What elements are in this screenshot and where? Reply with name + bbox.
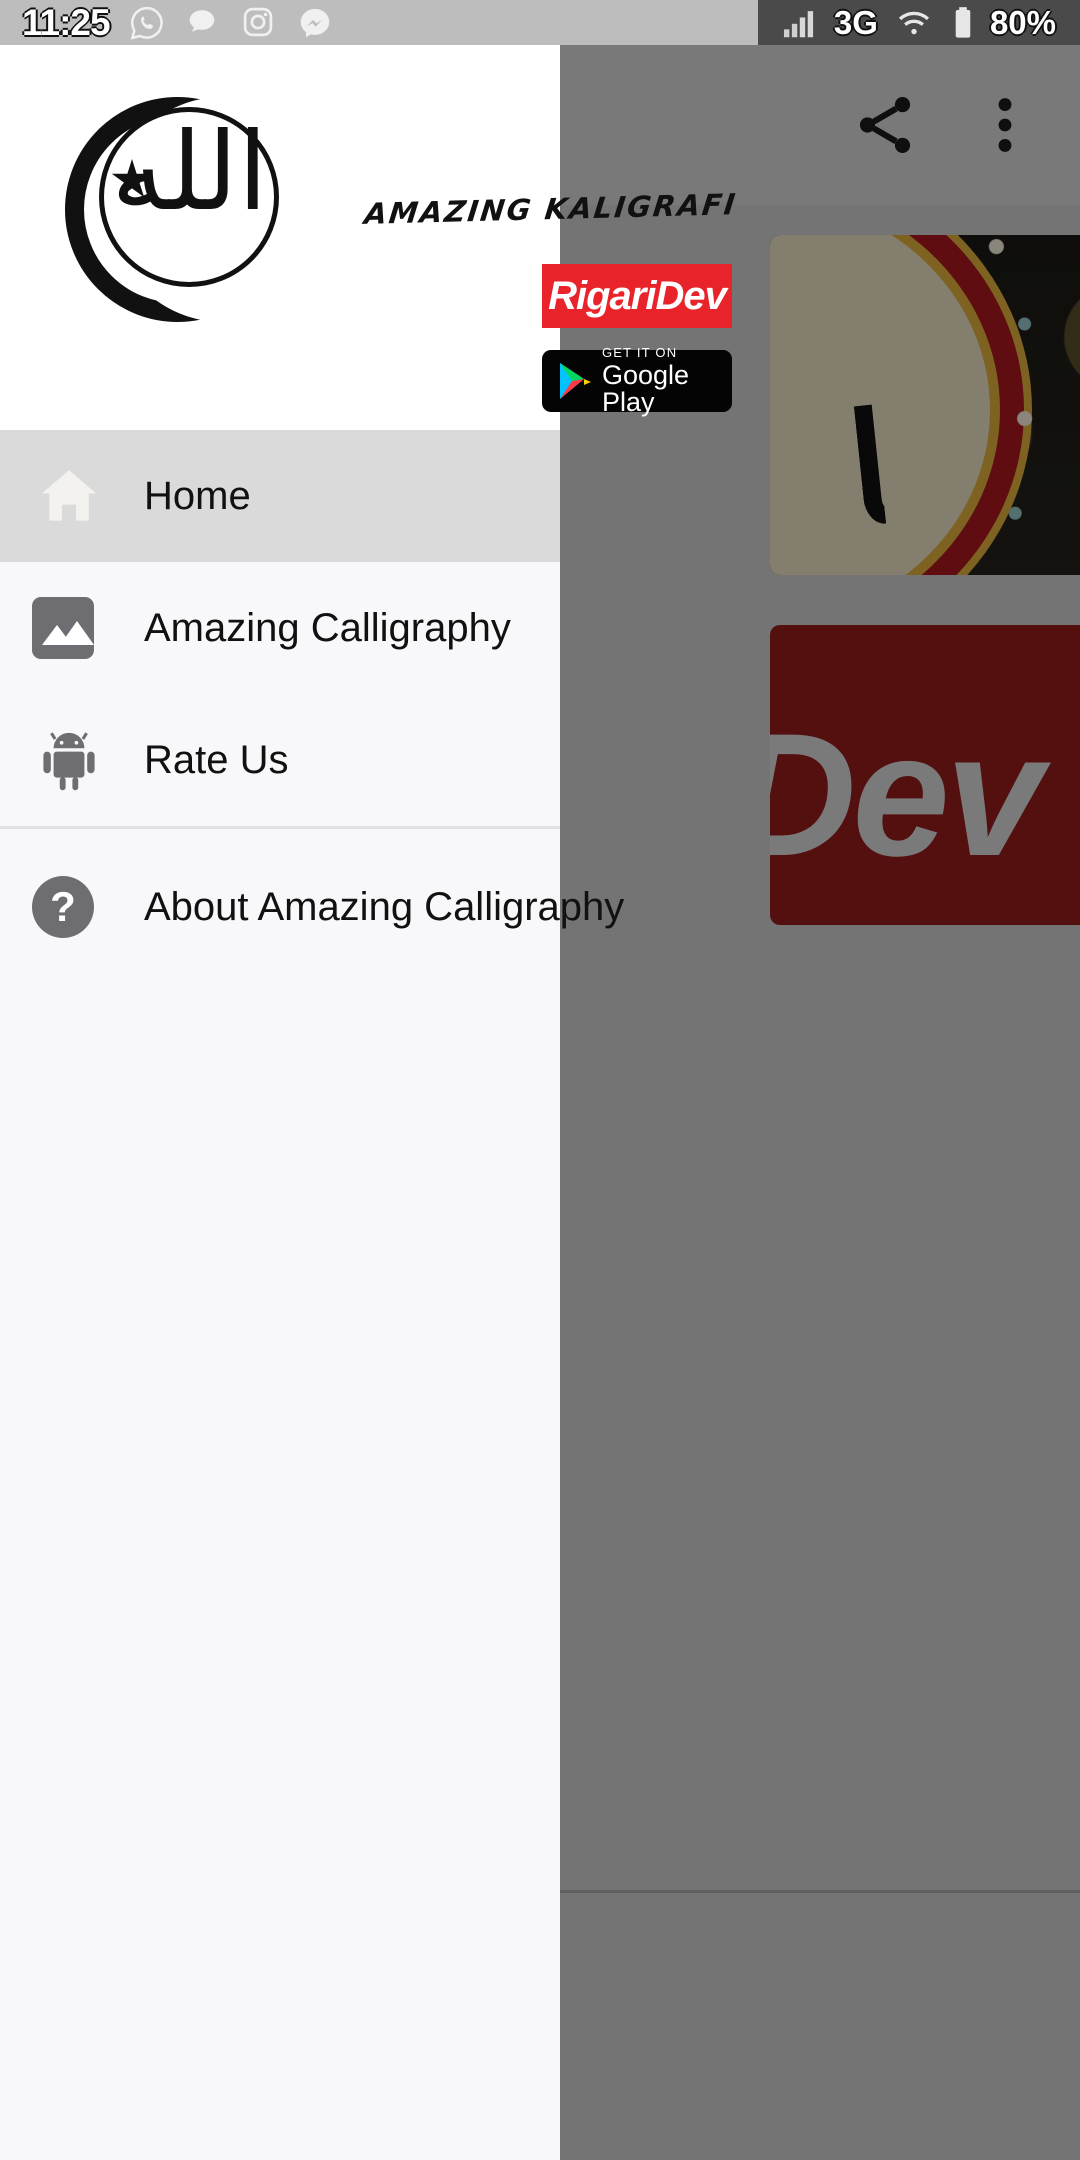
menu-item-rate-us[interactable]: Rate Us (0, 694, 560, 826)
navigation-drawer: الله AMAZING KALIGRAFI RigariDev GET IT … (0, 45, 739, 2160)
menu-item-label: Home (144, 473, 251, 518)
google-play-text: GET IT ON Google Play (602, 346, 732, 416)
developer-badge-label: RigariDev (548, 273, 727, 318)
google-play-badge[interactable]: GET IT ON Google Play (542, 346, 732, 416)
drawer-header: الله AMAZING KALIGRAFI RigariDev GET IT … (0, 45, 739, 430)
help-circle-icon: ? (32, 870, 106, 944)
allah-crescent-logo: الله (65, 97, 290, 322)
google-play-small-label: GET IT ON (602, 345, 678, 360)
instagram-icon (240, 4, 278, 42)
drawer-menu: Home Amazing Calligraphy Rate Us ? About… (0, 430, 624, 985)
signal-icon (778, 4, 820, 42)
whatsapp-icon (128, 4, 166, 42)
android-icon (32, 723, 106, 797)
menu-item-label: Amazing Calligraphy (144, 605, 511, 650)
status-bar: 11:25 3G 80% (0, 0, 1080, 45)
status-bar-left: 11:25 (0, 2, 758, 44)
home-icon (32, 459, 106, 533)
messages-icon (184, 4, 222, 42)
menu-item-about[interactable]: ? About Amazing Calligraphy (0, 829, 624, 985)
wifi-icon (892, 4, 936, 42)
google-play-triangle-icon (558, 361, 592, 401)
app-screen: Dev الله AMAZING KALIGRAFI RigariDev (0, 0, 1080, 2160)
status-bar-right: 3G 80% (757, 0, 1080, 45)
developer-badge[interactable]: RigariDev (542, 264, 732, 328)
status-clock: 11:25 (22, 1, 111, 43)
menu-item-amazing-calligraphy[interactable]: Amazing Calligraphy (0, 562, 560, 694)
network-type-label: 3G (833, 3, 878, 41)
menu-item-label: About Amazing Calligraphy (144, 884, 625, 929)
menu-item-label: Rate Us (144, 737, 289, 782)
image-icon (32, 591, 106, 665)
google-play-big-label: Google Play (602, 360, 690, 417)
battery-icon (950, 4, 976, 42)
messenger-icon (296, 4, 334, 42)
battery-percent-label: 80% (989, 3, 1056, 41)
menu-item-home[interactable]: Home (0, 430, 560, 562)
